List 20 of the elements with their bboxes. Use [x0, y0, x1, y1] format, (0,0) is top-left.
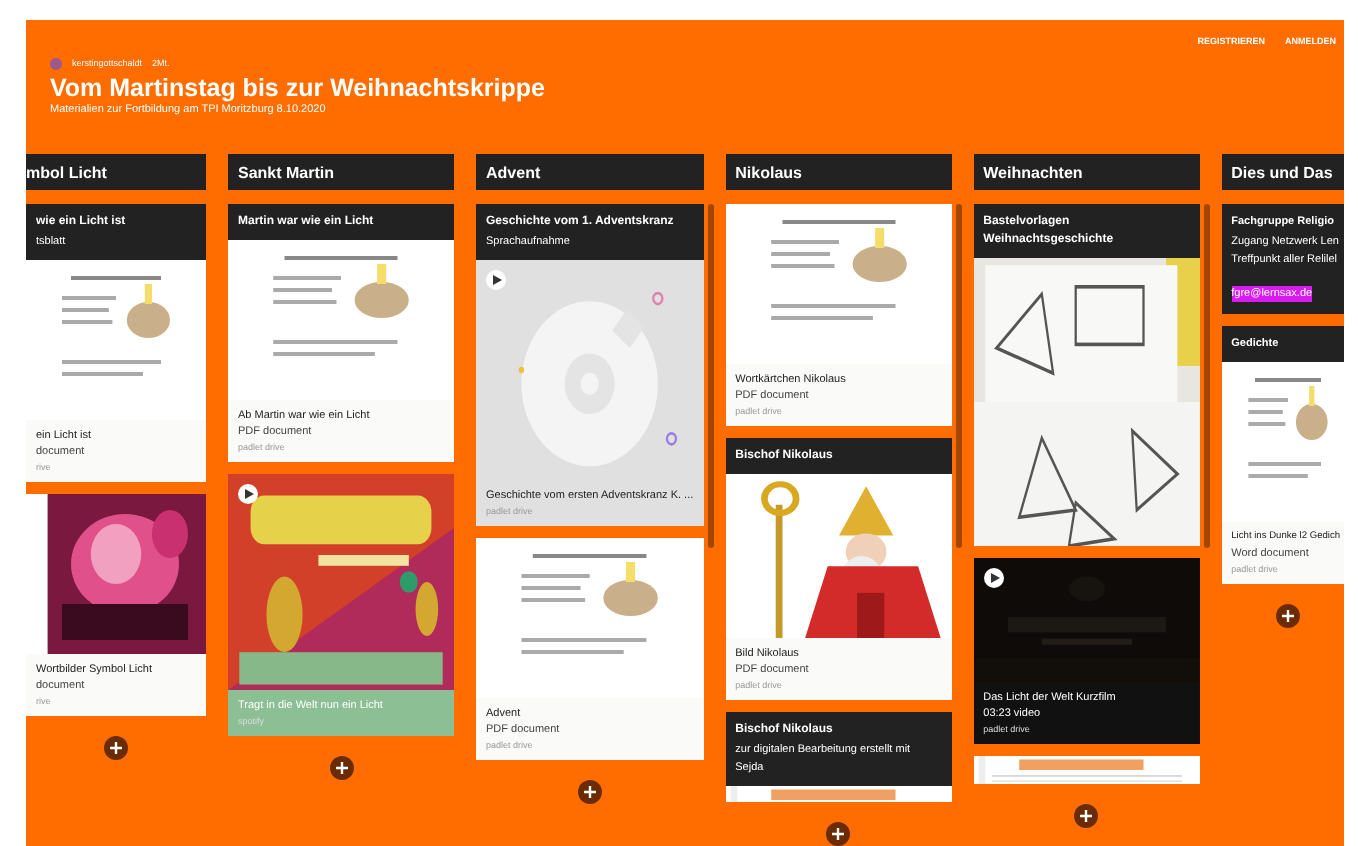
column-header: Dies und Das [1221, 154, 1344, 190]
add-post-icon[interactable] [1074, 804, 1099, 828]
scrollbar[interactable] [1203, 204, 1210, 548]
play-icon[interactable] [238, 484, 258, 504]
play-icon[interactable] [486, 270, 506, 290]
column-header: Weihnachten [973, 154, 1200, 190]
column-header: mbol Licht [26, 154, 206, 190]
add-post-icon[interactable] [1275, 604, 1300, 628]
column-header: Advent [476, 154, 704, 190]
add-post-icon[interactable] [826, 822, 851, 846]
column-header: Sankt Martin [228, 154, 454, 190]
add-post-icon[interactable] [577, 780, 602, 804]
play-icon[interactable] [983, 568, 1004, 588]
add-post-icon[interactable] [329, 756, 353, 780]
scrollbar[interactable] [955, 204, 962, 548]
add-post-icon[interactable] [104, 736, 128, 760]
avatar-icon [50, 57, 62, 70]
column-header: Nikolaus [725, 154, 952, 190]
board-title: Vom Martinstag bis zur Weihnachtskrippe [50, 73, 547, 102]
scrollbar[interactable] [707, 204, 714, 548]
